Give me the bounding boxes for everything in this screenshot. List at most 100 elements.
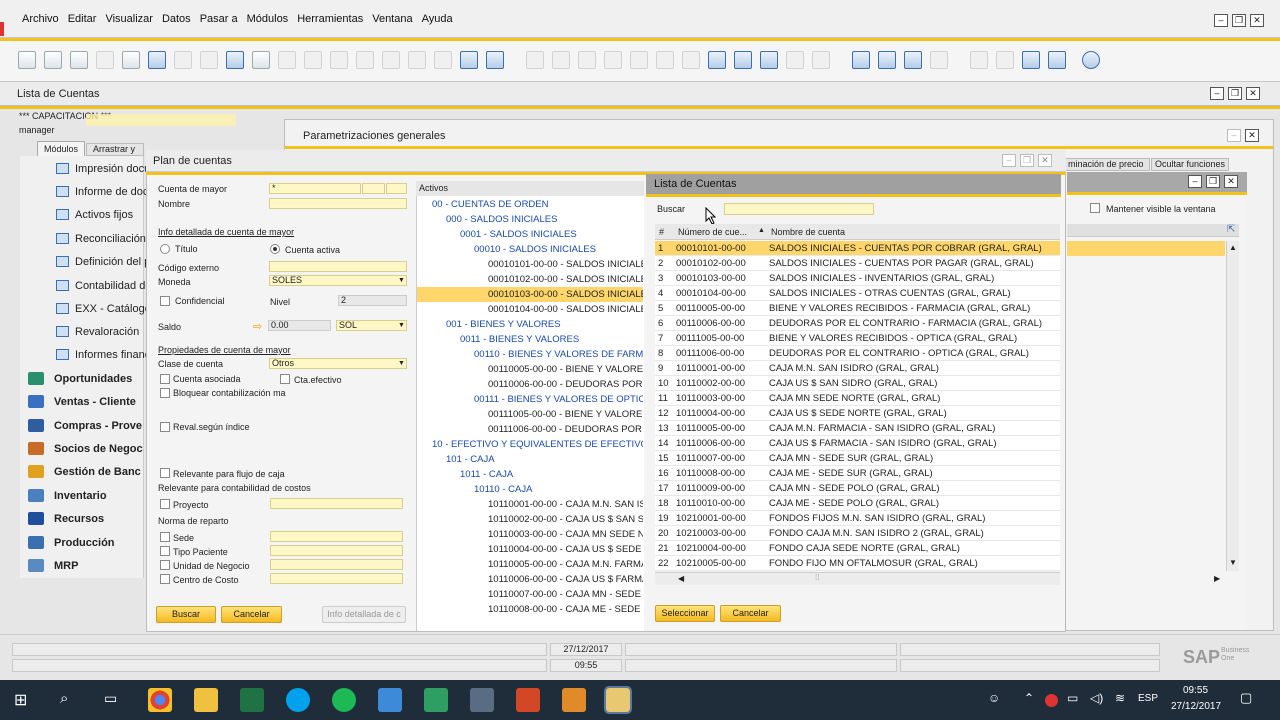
first-record-icon[interactable] [330,51,348,69]
tree-node[interactable]: 00010102-00-00 - SALDOS INICIALE [488,272,643,287]
help-icon[interactable] [1082,51,1100,69]
alert-icon[interactable] [812,51,830,69]
notification-badge-icon[interactable] [1045,694,1058,707]
addon-icon[interactable] [1022,51,1040,69]
module-compras[interactable]: Compras - Prove [28,414,144,437]
relevante-flujo-checkbox[interactable] [160,468,170,478]
lista-cancelar-button[interactable]: Cancelar [720,605,781,622]
lista-hscrollbar[interactable]: ◀ ⁞⁞ [655,572,1060,585]
module-produccion[interactable]: Producción [28,531,144,554]
tab-arrastrar[interactable]: Arrastrar y [86,143,144,156]
tree-node[interactable]: 00010101-00-00 - SALDOS INICIALE [488,257,643,272]
tree-node[interactable]: 000 - SALDOS INICIALES [446,212,643,227]
settings-icon[interactable] [708,51,726,69]
tree-node[interactable]: 00111 - BIENES Y VALORES DE OPTICA [474,392,643,407]
plan-minimize-button[interactable]: – [1002,154,1016,167]
scroll-left-icon[interactable]: ◀ [678,574,684,583]
clase-cuenta-dropdown-icon[interactable]: ▼ [398,360,405,367]
moneda-select[interactable]: SOLES [269,275,407,286]
people-icon[interactable]: ☺ [988,691,1000,705]
tipo-paciente-input[interactable] [270,545,403,556]
tree-node[interactable]: 0001 - SALDOS INICIALES [460,227,643,242]
sms-icon[interactable] [96,51,114,69]
saldo-currency-dropdown-icon[interactable]: ▼ [398,322,405,329]
menu-editar[interactable]: Editar [68,13,97,25]
table-row[interactable]: 7 00111005-00-00 BIENE Y VALORES RECIBIDOS… [655,331,1060,346]
unidad-negocio-checkbox[interactable] [160,560,170,570]
plan-cancelar-button[interactable]: Cancelar [221,606,282,623]
table-row[interactable]: 14 10110006-00-00 CAJA US $ FARMACIA - SAN… [655,436,1060,451]
bg-list-minimize-button[interactable]: – [1188,175,1202,188]
last-record-icon[interactable] [408,51,426,69]
lista-buscar-input[interactable] [724,203,874,215]
menu-datos[interactable]: Datos [162,13,191,25]
print-icon[interactable] [44,51,62,69]
money-icon[interactable] [424,688,448,712]
cockpit-restore-button[interactable]: ❐ [1228,87,1242,100]
menu-ventana[interactable]: Ventana [372,13,412,25]
filter-icon[interactable] [460,51,478,69]
base-document-icon[interactable] [526,51,544,69]
moneda-dropdown-icon[interactable]: ▼ [398,277,405,284]
plan-restore-button[interactable]: ❐ [1020,154,1034,167]
table-row[interactable]: 11 10110003-00-00 CAJA MN SEDE NORTE (GRAL… [655,391,1060,406]
task-view-icon[interactable]: ▭ [104,690,117,707]
col-nombre-header[interactable]: Nombre de cuenta [771,227,845,237]
move-icon[interactable] [226,51,244,69]
table-row[interactable]: 16 10110008-00-00 CAJA ME - SEDE SUR (GRAL… [655,466,1060,481]
taskbar-date[interactable]: 27/12/2017 [1171,701,1221,712]
tree-node[interactable]: 10110005-00-00 - CAJA M.N. FARMA [488,557,643,572]
table-row[interactable]: 8 00111006-00-00 DEUDORAS POR EL CONTRARIO… [655,346,1060,361]
word-export-icon[interactable] [174,51,192,69]
cuenta-activa-radio[interactable] [270,244,280,254]
centro-costo-input[interactable] [270,573,403,584]
tree-node[interactable]: 10110008-00-00 - CAJA ME - SEDE S [488,602,643,617]
excel-icon[interactable] [240,688,264,712]
info-detallada-button[interactable]: Info detallada de c [322,606,406,623]
query-icon[interactable] [1048,51,1066,69]
previous-record-icon[interactable] [356,51,374,69]
titulo-radio[interactable] [160,244,170,254]
proyecto-checkbox[interactable] [160,499,170,509]
refresh-icon[interactable] [434,51,452,69]
app-minimize-button[interactable]: – [1214,14,1228,27]
tree-node[interactable]: 0011 - BIENES Y VALORES [460,332,643,347]
messages-icon[interactable] [878,51,896,69]
table-row[interactable]: 5 00110005-00-00 BIENE Y VALORES RECIBIDOS… [655,301,1060,316]
tree-node[interactable]: 00110006-00-00 - DEUDORAS POR E [488,377,643,392]
windows-icon[interactable] [996,51,1014,69]
reval-indice-checkbox[interactable] [160,422,170,432]
chrome-icon[interactable] [148,688,172,712]
tree-node[interactable]: 101 - CAJA [446,452,643,467]
tab-determinacion-precio[interactable]: minación de precio [1065,158,1150,171]
sap-business-one-icon[interactable] [604,686,632,714]
module-socios[interactable]: Socios de Negoc [28,437,144,460]
tree-node[interactable]: 10110002-00-00 - CAJA US $ SAN SI [488,512,643,527]
unidad-negocio-input[interactable] [270,559,403,570]
module-bancos[interactable]: Gestión de Banc [28,460,144,483]
bg-list-restore-button[interactable]: ❐ [1206,175,1220,188]
table-row[interactable]: 17 10110009-00-00 CAJA MN - SEDE POLO (GRA… [655,481,1060,496]
tree-node[interactable]: 00110 - BIENES Y VALORES DE FARMA [474,347,643,362]
cuenta-asociada-checkbox[interactable] [160,374,170,384]
tree-node[interactable]: 10110003-00-00 - CAJA MN SEDE NC [488,527,643,542]
scroll-grip-icon[interactable]: ⁞⁞ [815,573,819,582]
codigo-externo-input[interactable] [269,261,407,272]
scroll-right-icon[interactable]: ▶ [1214,574,1220,583]
tree-node[interactable]: 10110006-00-00 - CAJA US $ FARMA [488,572,643,587]
table-row[interactable]: 10 10110002-00-00 CAJA US $ SAN SIDRO (GRA… [655,376,1060,391]
tree-node[interactable]: 10110001-00-00 - CAJA M.N. SAN IS [488,497,643,512]
next-record-icon[interactable] [382,51,400,69]
plan-close-button[interactable]: ✕ [1038,154,1052,167]
clase-cuenta-select[interactable]: Otros [269,358,407,369]
fax-icon[interactable] [122,51,140,69]
tree-node[interactable]: 00111005-00-00 - BIENE Y VALORES [488,407,643,422]
calendar-icon[interactable] [852,51,870,69]
scroll-up-icon[interactable]: ▲ [1229,243,1237,252]
plan-buscar-button[interactable]: Buscar [156,606,216,623]
chevron-up-icon[interactable]: ⌃ [1024,691,1034,705]
find-icon[interactable] [278,51,296,69]
form-settings-icon[interactable] [734,51,752,69]
taskbar-time[interactable]: 09:55 [1183,685,1208,696]
payment-icon[interactable] [630,51,648,69]
